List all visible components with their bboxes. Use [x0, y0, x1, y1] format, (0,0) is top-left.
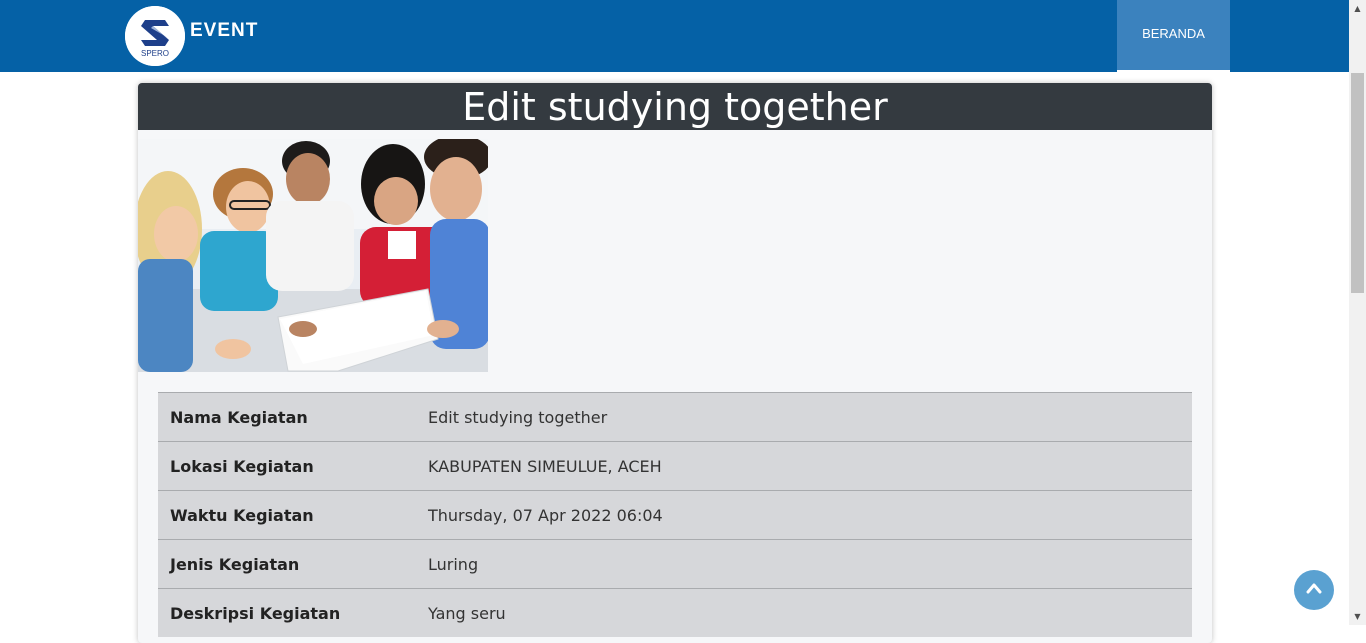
event-detail-card: Edit studying together Nama Kegiatan Edi…: [138, 83, 1212, 643]
detail-label: Deskripsi Kegiatan: [158, 588, 428, 637]
detail-value: KABUPATEN SIMEULUE, ACEH: [428, 441, 1192, 491]
back-to-top-button[interactable]: [1294, 570, 1334, 610]
group-photo-students-laptop-icon: [138, 139, 488, 372]
scrollbar-thumb[interactable]: [1351, 73, 1364, 293]
page-title: Edit studying together: [138, 83, 1212, 130]
chevron-up-icon: [1306, 583, 1322, 594]
detail-label: Nama Kegiatan: [158, 392, 428, 442]
scroll-down-arrow-icon[interactable]: ▼: [1349, 608, 1366, 625]
table-row: Deskripsi Kegiatan Yang seru: [158, 588, 1192, 637]
top-navbar: SPERO EVENT BERANDA: [0, 0, 1349, 72]
detail-label: Lokasi Kegiatan: [158, 441, 428, 491]
detail-value: Yang seru: [428, 588, 1192, 637]
scroll-up-arrow-icon[interactable]: ▲: [1349, 0, 1366, 17]
spero-logo[interactable]: SPERO: [125, 6, 185, 66]
event-details-table: Nama Kegiatan Edit studying together Lok…: [158, 392, 1192, 637]
logo-lettering: SPERO: [141, 49, 169, 58]
detail-value: Thursday, 07 Apr 2022 06:04: [428, 490, 1192, 540]
event-image: [138, 139, 488, 372]
detail-label: Waktu Kegiatan: [158, 490, 428, 540]
brand-title[interactable]: EVENT: [190, 20, 258, 42]
page-scrollbar[interactable]: ▲ ▼: [1349, 0, 1366, 625]
table-row: Nama Kegiatan Edit studying together: [158, 392, 1192, 442]
spero-logo-icon: SPERO: [125, 6, 185, 66]
table-row: Jenis Kegiatan Luring: [158, 539, 1192, 589]
table-row: Lokasi Kegiatan KABUPATEN SIMEULUE, ACEH: [158, 441, 1192, 491]
detail-value: Luring: [428, 539, 1192, 589]
table-row: Waktu Kegiatan Thursday, 07 Apr 2022 06:…: [158, 490, 1192, 540]
detail-label: Jenis Kegiatan: [158, 539, 428, 589]
nav-item-beranda[interactable]: BERANDA: [1117, 0, 1230, 72]
detail-value: Edit studying together: [428, 392, 1192, 442]
